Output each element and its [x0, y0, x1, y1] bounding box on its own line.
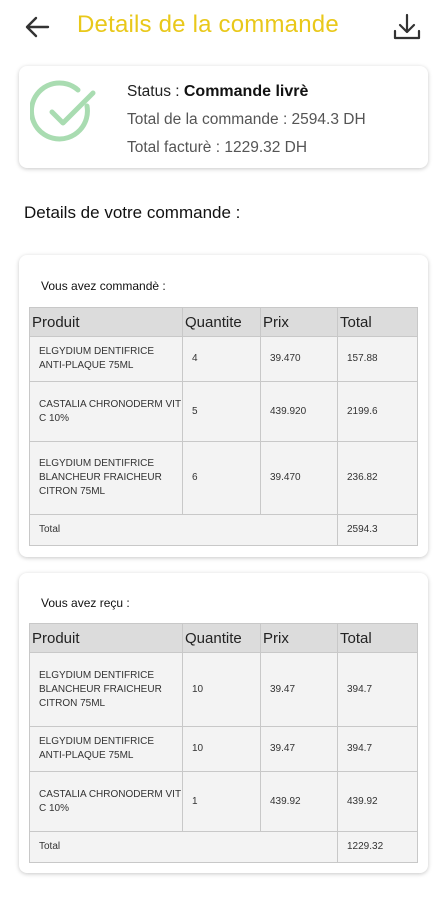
table-row: ELGYDIUM DENTIFRICE BLANCHEUR FRAICHEUR …	[29, 441, 418, 515]
status-check	[28, 78, 100, 148]
product-cell: ELGYDIUM DENTIFRICE ANTI-PLAQUE 75ML	[29, 336, 183, 382]
price-cell: 39.470	[260, 441, 338, 515]
received-table: Produit Quantite Prix Total ELGYDIUM DEN…	[29, 623, 418, 863]
total-value: 1229.32	[337, 831, 418, 863]
col-prix: Prix	[260, 623, 338, 653]
status-line: Status : Commande livrè	[127, 78, 366, 106]
table-row: ELGYDIUM DENTIFRICE ANTI-PLAQUE 75ML 10 …	[29, 726, 418, 772]
total-cell: 394.7	[337, 726, 418, 772]
col-quantite: Quantite	[182, 307, 261, 337]
ordered-table: Produit Quantite Prix Total ELGYDIUM DEN…	[29, 307, 418, 546]
quantity-cell: 1	[182, 771, 261, 832]
total-cell: 157.88	[337, 336, 418, 382]
order-total-line: Total de la commande : 2594.3 DH	[127, 111, 366, 128]
received-card: Vous avez reçu : Produit Quantite Prix T…	[19, 573, 428, 873]
col-quantite: Quantite	[182, 623, 261, 653]
billed-total-line: Total facturè : 1229.32 DH	[127, 139, 308, 156]
price-cell: 39.47	[260, 726, 338, 772]
table-row: CASTALIA CHRONODERM VIT C 10% 5 439.920 …	[29, 381, 418, 442]
arrow-left-icon	[25, 16, 50, 38]
product-cell: CASTALIA CHRONODERM VIT C 10%	[29, 771, 183, 832]
price-cell: 39.470	[260, 336, 338, 382]
ordered-caption: Vous avez commandè :	[41, 279, 166, 293]
total-label: Total	[29, 514, 338, 546]
status-value: Commande livrè	[183, 83, 309, 100]
section-title: Details de votre commande :	[24, 203, 241, 222]
col-produit: Produit	[29, 623, 183, 653]
table-row: ELGYDIUM DENTIFRICE BLANCHEUR FRAICHEUR …	[29, 652, 418, 727]
product-cell: CASTALIA CHRONODERM VIT C 10%	[29, 381, 183, 442]
product-cell: ELGYDIUM DENTIFRICE ANTI-PLAQUE 75ML	[29, 726, 183, 772]
product-cell: ELGYDIUM DENTIFRICE BLANCHEUR FRAICHEUR …	[29, 441, 183, 515]
total-cell: 394.7	[337, 652, 418, 727]
ordered-card: Vous avez commandè : Produit Quantite Pr…	[19, 255, 428, 557]
status-label: Status :	[127, 83, 184, 100]
top-bar: Details de la commande	[0, 0, 445, 56]
col-total: Total	[337, 623, 418, 653]
product-cell: ELGYDIUM DENTIFRICE BLANCHEUR FRAICHEUR …	[29, 652, 183, 727]
table-header-row: Produit Quantite Prix Total	[29, 307, 418, 337]
back-button[interactable]	[22, 12, 54, 42]
total-cell: 236.82	[337, 441, 418, 515]
col-produit: Produit	[29, 307, 183, 337]
quantity-cell: 6	[182, 441, 261, 515]
total-value: 2594.3	[337, 514, 418, 546]
order-status-card: Status : Commande livrè Total de la comm…	[19, 66, 428, 168]
table-row: CASTALIA CHRONODERM VIT C 10% 1 439.92 4…	[29, 771, 418, 832]
quantity-cell: 10	[182, 726, 261, 772]
col-total: Total	[337, 307, 418, 337]
price-cell: 439.92	[260, 771, 338, 832]
quantity-cell: 5	[182, 381, 261, 442]
quantity-cell: 10	[182, 652, 261, 727]
total-cell: 2199.6	[337, 381, 418, 442]
download-icon	[393, 13, 421, 40]
page-title: Details de la commande	[77, 11, 339, 38]
price-cell: 439.920	[260, 381, 338, 442]
table-total-row: Total 1229.32	[29, 831, 418, 863]
download-button[interactable]	[390, 10, 424, 44]
status-details: Status : Commande livrè Total de la comm…	[127, 78, 366, 162]
price-cell: 39.47	[260, 652, 338, 727]
table-header-row: Produit Quantite Prix Total	[29, 623, 418, 653]
total-label: Total	[29, 831, 338, 863]
table-row: ELGYDIUM DENTIFRICE ANTI-PLAQUE 75ML 4 3…	[29, 336, 418, 382]
received-caption: Vous avez reçu :	[41, 596, 130, 610]
check-circle-icon	[28, 80, 96, 142]
table-total-row: Total 2594.3	[29, 514, 418, 546]
col-prix: Prix	[260, 307, 338, 337]
quantity-cell: 4	[182, 336, 261, 382]
total-cell: 439.92	[337, 771, 418, 832]
